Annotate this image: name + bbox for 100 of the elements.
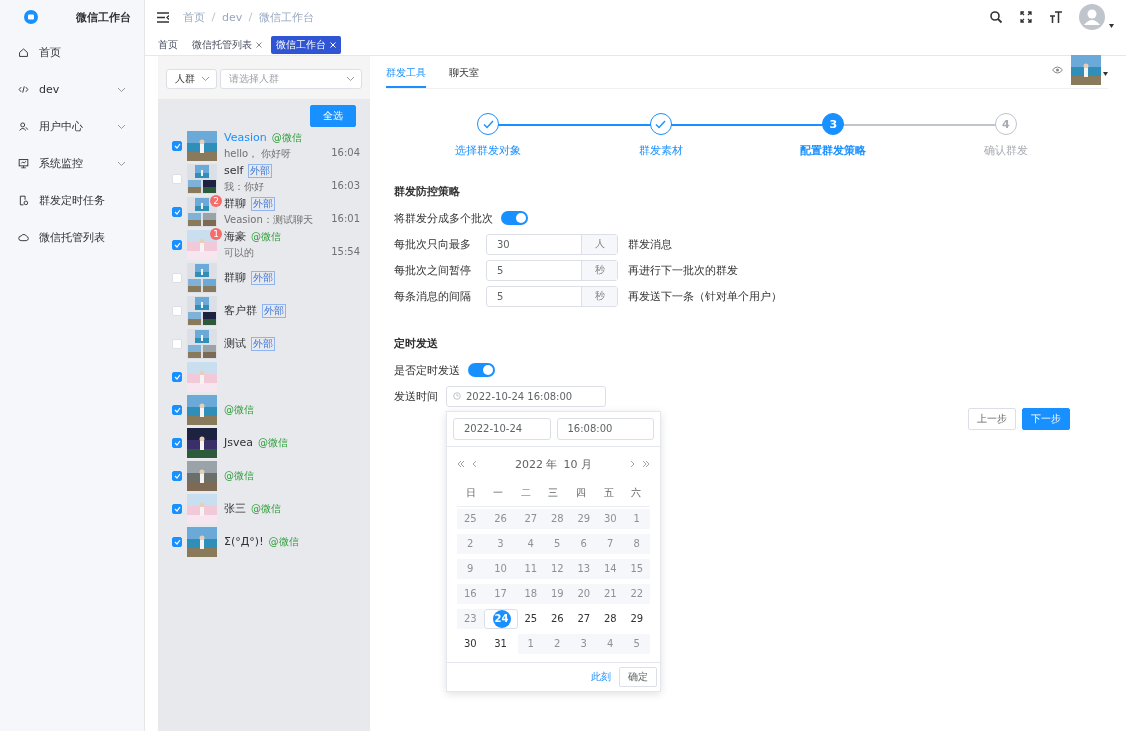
type-select[interactable]: 人群 — [166, 69, 217, 89]
calendar-day[interactable]: 24 — [483, 608, 518, 629]
tab[interactable]: 群发工具 — [386, 65, 426, 88]
message-preview: 我：你好 — [224, 179, 264, 194]
date-input[interactable]: 2022-10-24 — [453, 417, 551, 440]
message-time: 16:01 — [331, 213, 360, 226]
monitor-icon — [18, 158, 29, 169]
document-icon — [18, 195, 29, 206]
app-title: 微信工作台 — [76, 9, 131, 25]
checkbox[interactable] — [172, 503, 182, 514]
sidebar-item[interactable]: 群发定时任务 — [0, 182, 144, 219]
double-chevron-left-icon[interactable] — [457, 460, 465, 468]
sidebar-item[interactable]: 微信托管列表 — [0, 219, 144, 256]
tab[interactable]: 首页 — [153, 35, 183, 54]
calendar-day[interactable]: 28 — [597, 608, 624, 629]
double-chevron-right-icon[interactable] — [642, 460, 650, 468]
close-icon[interactable] — [256, 41, 262, 48]
time-input[interactable]: 16:08:00 — [556, 417, 654, 440]
contact-name[interactable]: 群聊 — [224, 196, 246, 211]
chevron-icon — [346, 76, 355, 82]
chevron-right-icon[interactable] — [628, 460, 636, 468]
field-label: 每批次只向最多 — [394, 236, 472, 252]
tab[interactable]: 微信托管列表 — [187, 35, 267, 54]
checkbox[interactable] — [172, 437, 182, 448]
field-label: 发送时间 — [394, 388, 438, 404]
checkbox[interactable] — [172, 371, 182, 382]
sidebar-item[interactable]: dev — [0, 71, 144, 108]
weekday-label: 四 — [575, 485, 588, 500]
chevron-icon — [201, 76, 210, 82]
wechat-tag: @微信 — [271, 130, 302, 145]
checkbox[interactable] — [172, 206, 182, 217]
now-link[interactable]: 此刻 — [591, 669, 611, 684]
field-suffix: 群发消息 — [628, 236, 672, 252]
fullscreen-icon[interactable] — [1019, 10, 1033, 24]
caret-icon[interactable] — [1103, 72, 1108, 76]
cloud-icon — [18, 232, 29, 243]
contact-name[interactable]: 测试 — [224, 336, 246, 351]
message-preview: 可以的 — [224, 246, 254, 260]
chevron-left-icon[interactable] — [471, 460, 479, 468]
calendar-day[interactable]: 25 — [517, 608, 544, 629]
external-tag: 外部 — [251, 270, 275, 285]
calendar-day[interactable]: 27 — [570, 608, 597, 629]
contact-name[interactable]: 客户群 — [224, 303, 257, 318]
menu-icon[interactable] — [157, 11, 169, 23]
contact-name[interactable]: self — [224, 164, 244, 177]
field-suffix: 再进行下一批次的群发 — [628, 262, 738, 278]
font-size-icon[interactable] — [1049, 10, 1063, 24]
checkbox[interactable] — [172, 404, 182, 415]
checkbox[interactable] — [172, 470, 182, 481]
step-label: 配置群发策略 — [800, 143, 867, 158]
sidebar-item[interactable]: 首页 — [0, 34, 144, 71]
checkbox[interactable] — [172, 536, 182, 547]
contact-name[interactable]: 海豪 — [224, 229, 246, 244]
next-button[interactable]: 下一步 — [1022, 408, 1070, 430]
sidebar-item[interactable]: 系统监控 — [0, 145, 144, 182]
contact-name[interactable]: Jsvea — [224, 436, 253, 449]
toggle-switch[interactable] — [501, 211, 528, 225]
wechat-tag: @微信 — [258, 435, 288, 450]
message-time: 16:03 — [331, 179, 360, 193]
external-tag: 外部 — [251, 336, 275, 351]
month-label[interactable]: 10 月 — [563, 456, 592, 472]
message-preview: Veasion：测试聊天 — [224, 213, 313, 227]
message-time: 15:54 — [331, 246, 360, 259]
step-indicator: 3 — [822, 113, 845, 135]
contact-name[interactable]: 张三 — [224, 501, 246, 516]
eye-icon[interactable] — [1052, 66, 1063, 74]
select-all-button[interactable]: 全选 — [310, 105, 356, 127]
calendar-day[interactable]: 26 — [544, 608, 571, 629]
datetime-field[interactable]: 2022-10-24 16:08:00 — [446, 385, 606, 407]
previous-button[interactable]: 上一步 — [968, 408, 1016, 430]
weekday-label: 三 — [547, 485, 560, 500]
breadcrumb-item[interactable]: 首页 — [183, 9, 205, 25]
breadcrumb-item[interactable]: dev — [222, 10, 243, 24]
separator-icon — [248, 12, 254, 22]
step-label: 确认群发 — [983, 143, 1028, 158]
checkbox[interactable] — [172, 140, 182, 151]
clock-icon — [453, 392, 461, 400]
calendar-day[interactable]: 30 — [457, 633, 484, 654]
contact-name[interactable]: Σ(°Д°)! — [224, 535, 264, 548]
weekday-label: 二 — [519, 485, 532, 500]
calendar-day[interactable]: 29 — [623, 608, 650, 629]
toggle-switch[interactable] — [468, 363, 495, 377]
step-label: 群发素材 — [638, 143, 683, 158]
caret-icon[interactable] — [1109, 24, 1114, 28]
calendar-day[interactable]: 31 — [483, 633, 518, 654]
checkbox[interactable] — [172, 239, 182, 250]
sidebar-item[interactable]: 用户中心 — [0, 108, 144, 145]
step-indicator: 4 — [994, 113, 1017, 135]
contact-name[interactable]: 群聊 — [224, 270, 246, 285]
contact-name[interactable]: Veasion — [224, 131, 267, 144]
confirm-button[interactable]: 确定 — [619, 666, 657, 687]
tab[interactable]: 聊天室 — [449, 65, 479, 88]
weekday-label: 五 — [602, 485, 615, 500]
search-icon[interactable] — [989, 10, 1003, 24]
tab[interactable]: 微信工作台 — [271, 35, 341, 54]
year-label[interactable]: 2022 年 — [515, 456, 558, 472]
group-select[interactable]: 请选择人群 — [220, 69, 362, 89]
wechat-tag: @微信 — [224, 468, 254, 483]
field-label: 将群发分成多个批次 — [394, 210, 493, 226]
section-title: 定时发送 — [394, 336, 439, 351]
